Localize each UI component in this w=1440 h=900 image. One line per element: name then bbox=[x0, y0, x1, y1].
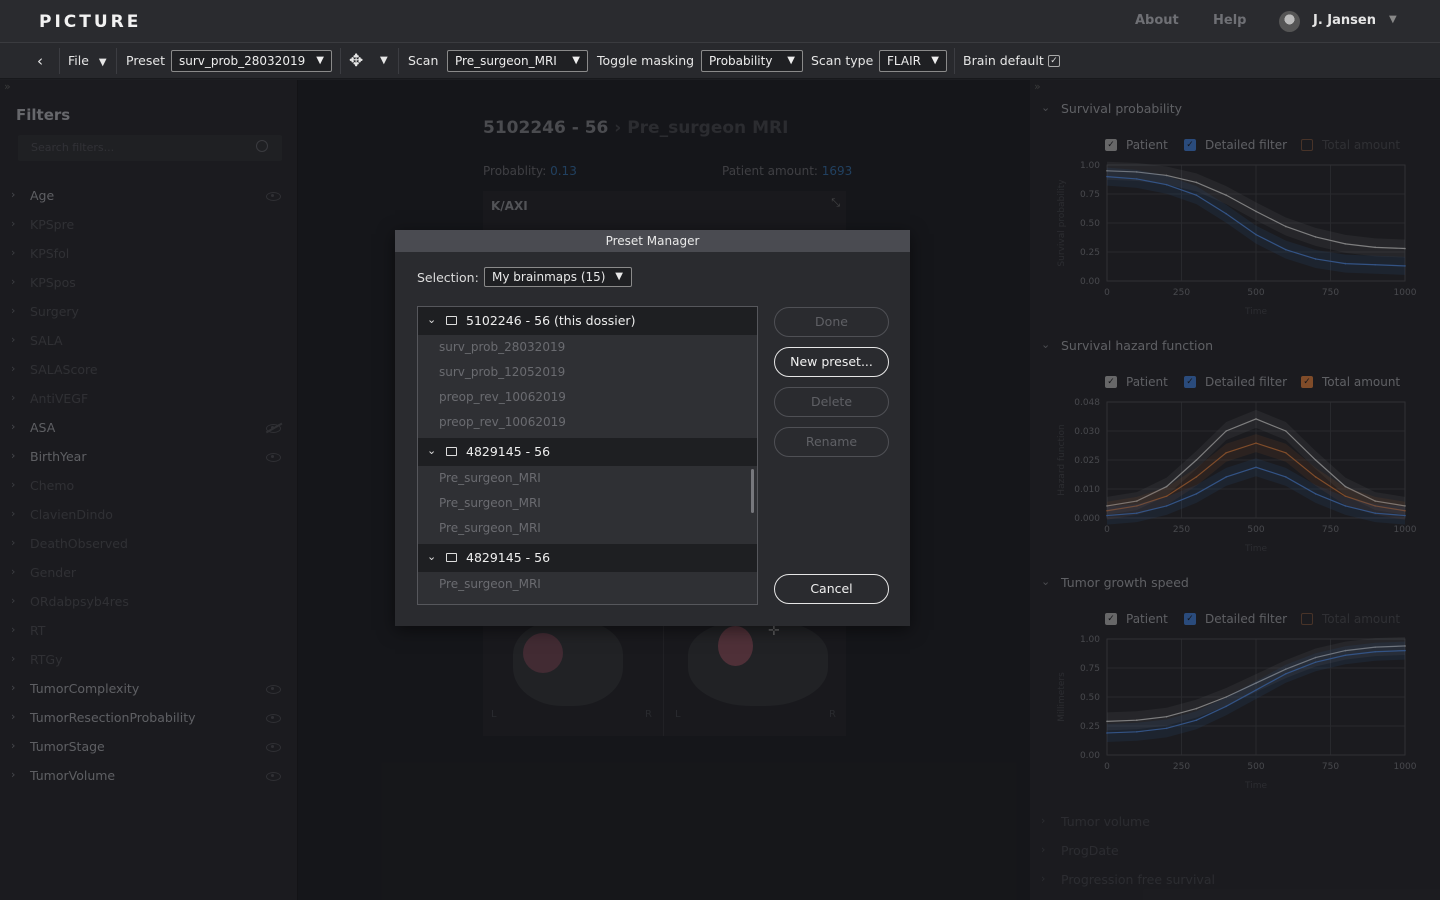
new-preset-button[interactable]: New preset... bbox=[774, 347, 889, 377]
chevron-down-icon[interactable]: ▼ bbox=[1389, 14, 1397, 25]
preset-tree: ⌄ 5102246 - 56 (this dossier) surv_prob_28… bbox=[417, 306, 758, 605]
preset-item[interactable]: Pre_surgeon_MRI bbox=[439, 471, 541, 485]
done-button[interactable]: Done bbox=[774, 307, 889, 337]
nav-help-link[interactable]: Help bbox=[1213, 13, 1246, 28]
preset-item[interactable]: preop_rev_10062019 bbox=[439, 390, 566, 404]
chevron-down-icon: ▼ bbox=[615, 271, 623, 282]
avatar[interactable] bbox=[1279, 11, 1300, 32]
brain-default-checkbox[interactable]: ✓ bbox=[1048, 55, 1060, 67]
toolbar: ‹ File ▼ Preset surv_prob_28032019 ▼ ✥ ▼ S… bbox=[0, 43, 1440, 79]
chevron-down-icon: ▼ bbox=[931, 55, 939, 66]
chevron-down-icon: ▼ bbox=[787, 55, 795, 66]
nav-about-link[interactable]: About bbox=[1135, 13, 1179, 28]
selection-select[interactable]: My brainmaps (15) ▼ bbox=[484, 267, 632, 287]
preset-item[interactable]: surv_prob_12052019 bbox=[439, 365, 565, 379]
brain-default-label: Brain default bbox=[963, 53, 1044, 68]
preset-group[interactable]: ⌄ 5102246 - 56 (this dossier) bbox=[418, 307, 757, 335]
preset-group[interactable]: ⌄ 4829145 - 56 bbox=[418, 544, 757, 572]
selection-label: Selection: bbox=[417, 270, 479, 285]
chevron-down-icon: ▼ bbox=[572, 55, 580, 66]
chevron-left-icon[interactable]: ‹ bbox=[37, 43, 43, 79]
scan-type-label: Scan type bbox=[811, 53, 874, 68]
chevron-down-icon[interactable]: ▼ bbox=[380, 43, 388, 79]
preset-select-value: surv_prob_28032019 bbox=[179, 54, 306, 68]
scan-type-value: FLAIR bbox=[887, 54, 921, 68]
folder-icon bbox=[446, 447, 457, 456]
chevron-down-icon: ▼ bbox=[98, 57, 107, 68]
preset-item[interactable]: Pre_surgeon_MRI bbox=[439, 521, 541, 535]
toolbar-divider bbox=[954, 48, 955, 74]
preset-select[interactable]: surv_prob_28032019 ▼ bbox=[171, 50, 332, 72]
toolbar-divider bbox=[59, 48, 60, 74]
scan-type-select[interactable]: FLAIR ▼ bbox=[879, 50, 947, 72]
toggle-masking-label: Toggle masking bbox=[597, 53, 695, 68]
folder-icon bbox=[446, 316, 457, 325]
delete-button[interactable]: Delete bbox=[774, 387, 889, 417]
file-menu[interactable]: File ▼ bbox=[68, 43, 107, 79]
file-menu-label: File bbox=[68, 53, 89, 68]
rename-button[interactable]: Rename bbox=[774, 427, 889, 457]
chevron-down-icon[interactable]: ⌄ bbox=[427, 313, 436, 326]
dialog-title: Preset Manager bbox=[395, 230, 910, 252]
preset-group-name: 5102246 - 56 (this dossier) bbox=[466, 313, 636, 328]
preset-group-name: 4829145 - 56 bbox=[466, 550, 551, 565]
toggle-masking-select[interactable]: Probability ▼ bbox=[701, 50, 803, 72]
preset-manager-dialog: Preset Manager Selection: My brainmaps (… bbox=[395, 230, 910, 626]
folder-icon bbox=[446, 553, 457, 562]
preset-label: Preset bbox=[126, 53, 165, 68]
chevron-down-icon[interactable]: ⌄ bbox=[427, 444, 436, 457]
toolbar-divider bbox=[116, 48, 117, 74]
scan-select-value: Pre_surgeon_MRI bbox=[455, 54, 557, 68]
toggle-masking-value: Probability bbox=[709, 54, 773, 68]
user-name[interactable]: J. Jansen bbox=[1313, 13, 1376, 28]
toolbar-divider bbox=[398, 48, 399, 74]
move-icon[interactable]: ✥ bbox=[349, 43, 363, 79]
cancel-button[interactable]: Cancel bbox=[774, 574, 889, 604]
preset-item[interactable]: Pre_surgeon_MRI bbox=[439, 496, 541, 510]
toolbar-divider bbox=[340, 48, 341, 74]
scan-label: Scan bbox=[408, 53, 439, 68]
chevron-down-icon: ▼ bbox=[316, 55, 324, 66]
preset-item[interactable]: preop_rev_10062019 bbox=[439, 415, 566, 429]
preset-item[interactable]: surv_prob_28032019 bbox=[439, 340, 565, 354]
preset-group-name: 4829145 - 56 bbox=[466, 444, 551, 459]
selection-value: My brainmaps (15) bbox=[492, 270, 606, 284]
top-bar: PICTURE About Help J. Jansen ▼ bbox=[0, 0, 1440, 43]
preset-item[interactable]: Pre_surgeon_MRI bbox=[439, 577, 541, 591]
app-logo: PICTURE bbox=[39, 12, 142, 32]
chevron-down-icon[interactable]: ⌄ bbox=[427, 550, 436, 563]
tree-scrollbar[interactable] bbox=[751, 469, 754, 513]
scan-select[interactable]: Pre_surgeon_MRI ▼ bbox=[447, 50, 588, 72]
preset-group[interactable]: ⌄ 4829145 - 56 bbox=[418, 438, 757, 466]
